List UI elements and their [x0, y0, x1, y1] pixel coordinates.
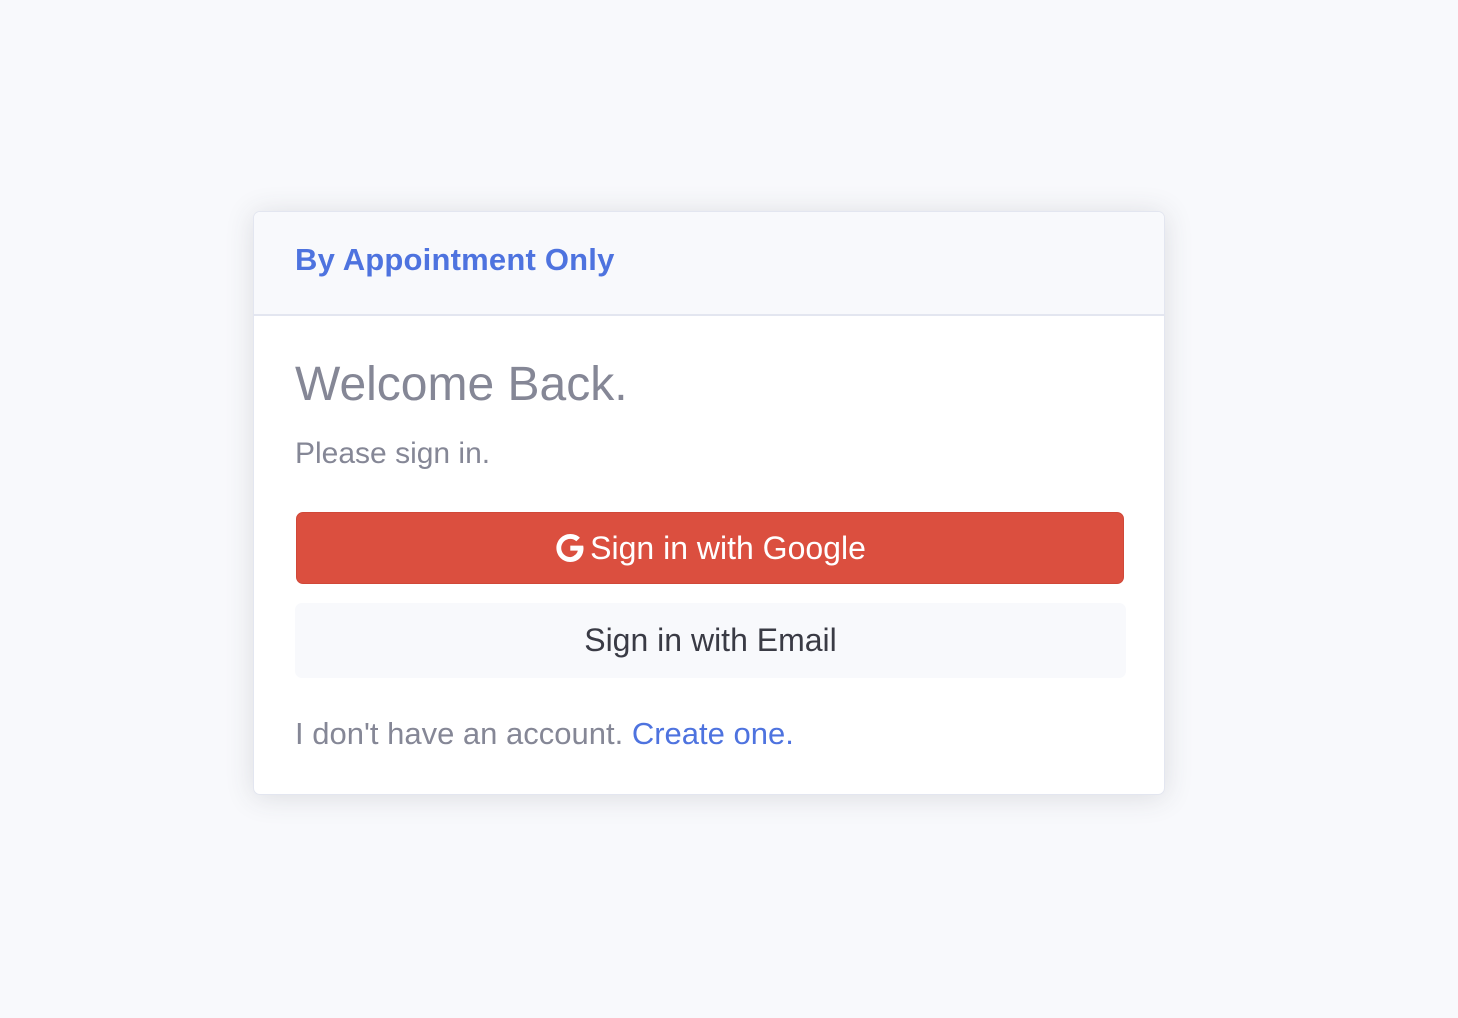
email-signin-button[interactable]: Sign in with Email: [295, 603, 1126, 678]
google-signin-button[interactable]: Sign in with Google: [296, 512, 1124, 584]
subtitle: Please sign in.: [295, 437, 491, 470]
email-signin-label: Sign in with Email: [584, 622, 837, 658]
card-body: Welcome Back. Please sign in. Sign in wi…: [254, 356, 1164, 754]
page-title: Welcome Back.: [295, 358, 628, 411]
signup-prompt-text: I don't have an account.: [295, 716, 624, 751]
brand-title: By Appointment Only: [295, 242, 615, 277]
create-account-link[interactable]: Create one.: [632, 716, 794, 751]
google-icon: [554, 532, 586, 564]
signup-prompt: I don't have an account. Create one.: [295, 714, 1123, 754]
card-header: By Appointment Only: [254, 212, 1164, 316]
google-signin-label: Sign in with Google: [590, 529, 866, 566]
login-card: By Appointment Only Welcome Back. Please…: [253, 211, 1165, 795]
